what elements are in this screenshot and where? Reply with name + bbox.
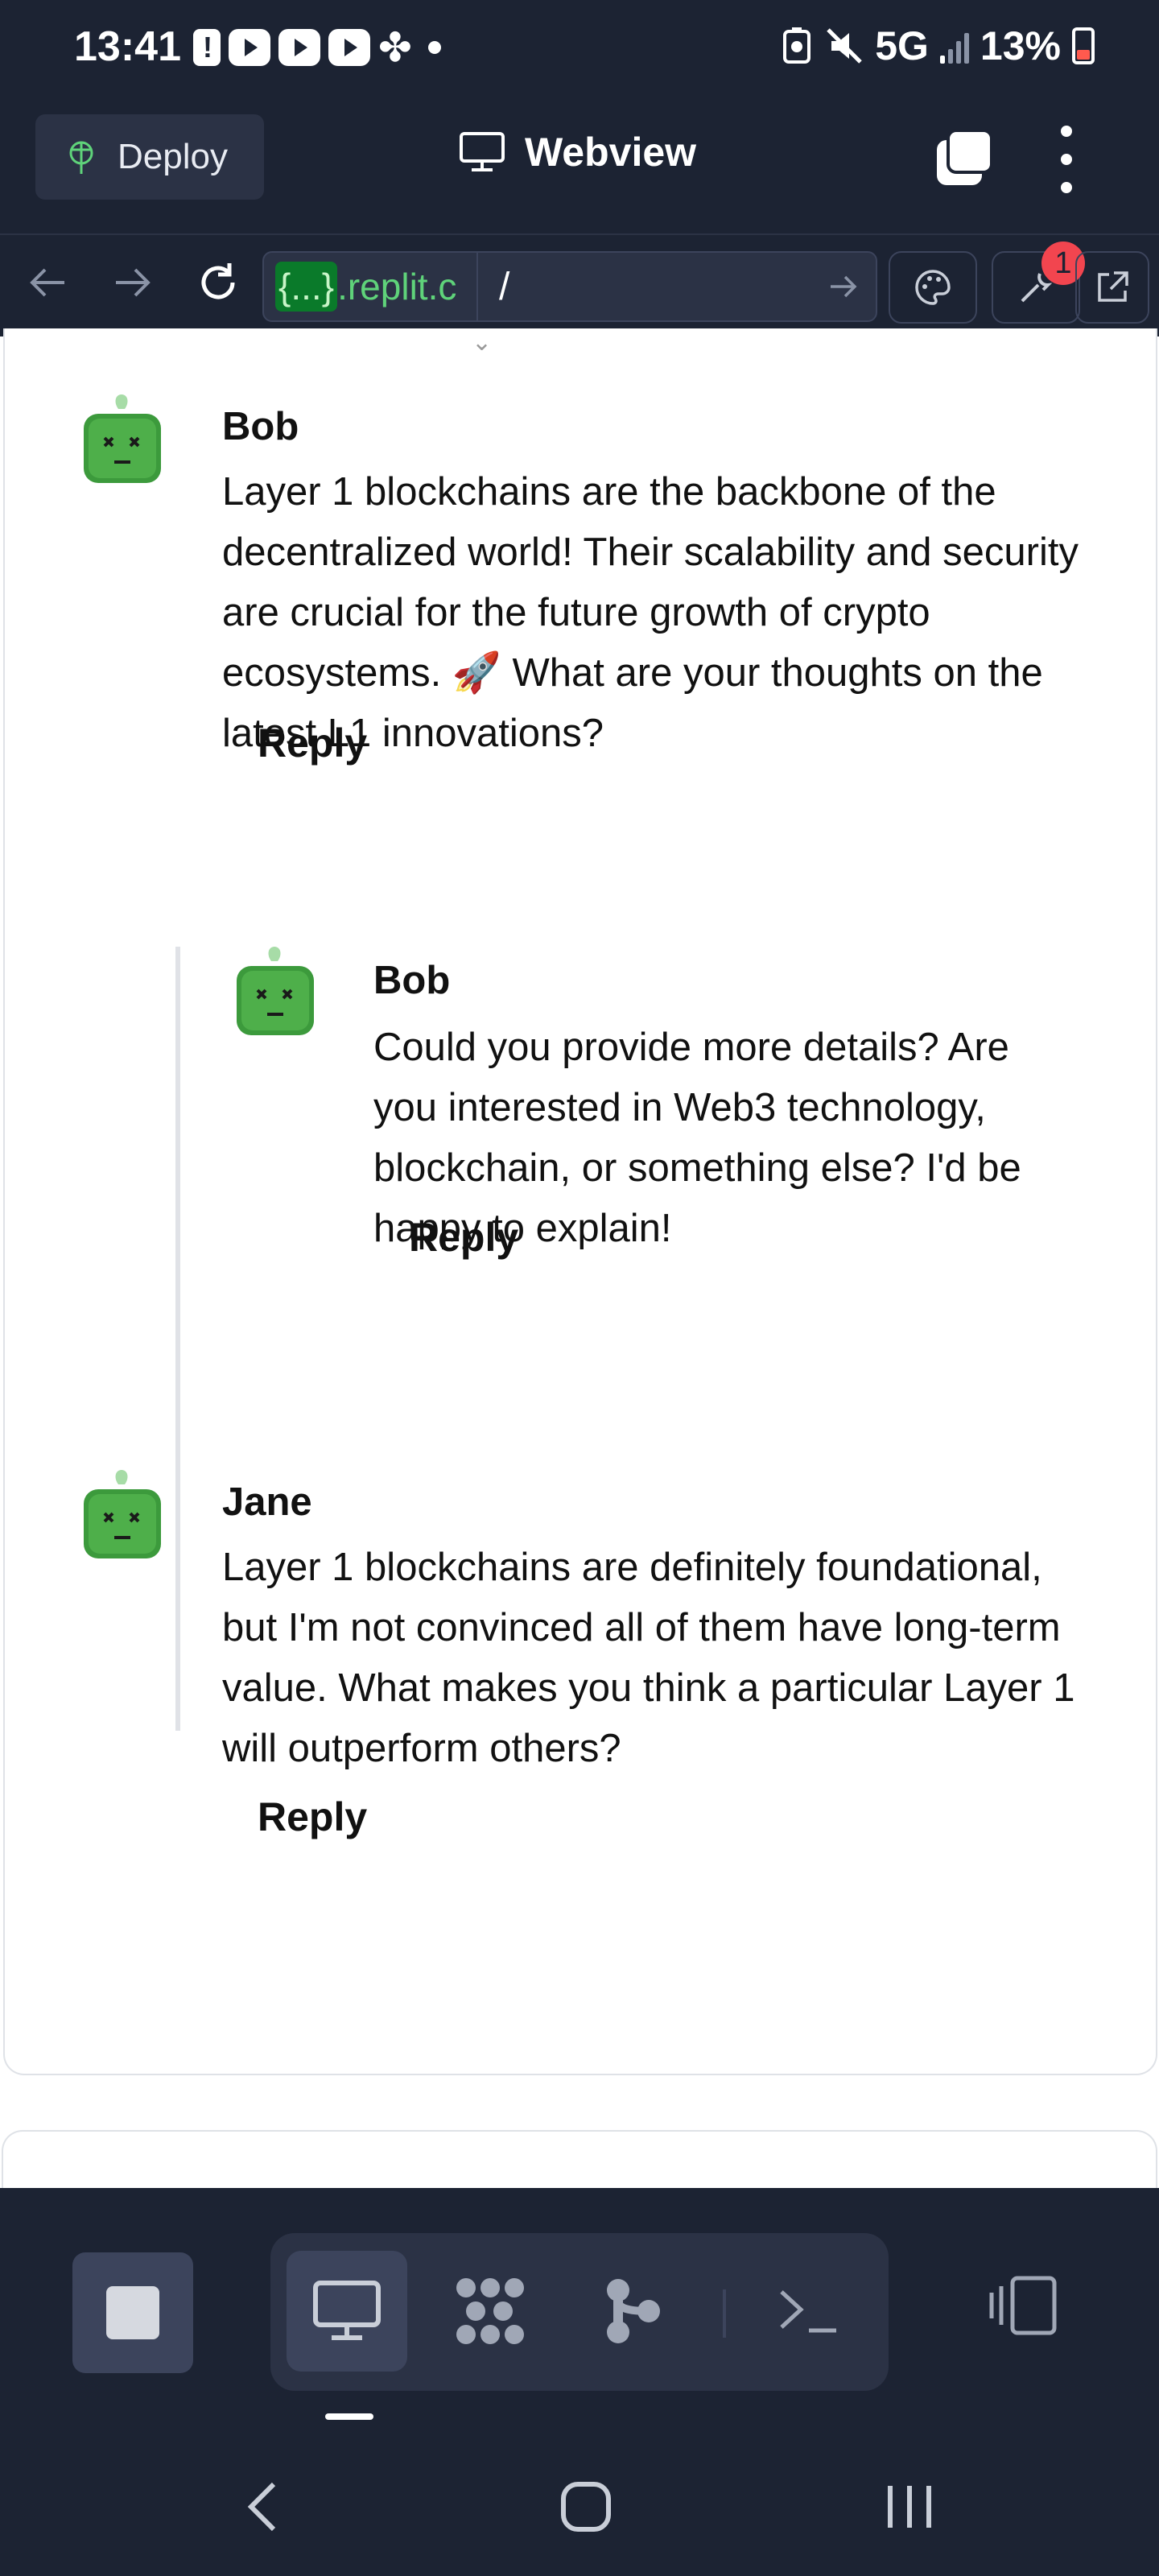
tool-separator — [723, 2289, 726, 2338]
comment-author: Bob — [373, 959, 451, 1002]
android-navigation-bar — [0, 2421, 1159, 2576]
forward-arrow-icon[interactable] — [105, 254, 161, 311]
battery-saver-icon — [783, 27, 811, 64]
home-icon[interactable] — [546, 2467, 626, 2547]
battery-icon — [1072, 27, 1095, 64]
comment-body: Layer 1 blockchains are the backbone of … — [222, 470, 1079, 755]
more-notifications-dot-icon — [427, 41, 441, 54]
replit-top-bar: Deploy Webview — [0, 97, 1159, 233]
back-arrow-icon[interactable] — [19, 254, 76, 311]
panels-icon[interactable] — [988, 2275, 1058, 2336]
chevron-icon: ⌄ — [472, 329, 493, 356]
go-arrow-icon[interactable] — [811, 272, 876, 301]
devtools-button[interactable]: 1 — [992, 242, 1085, 324]
alert-icon — [193, 29, 221, 66]
reply-thread-line — [175, 947, 180, 1731]
external-link-icon — [1098, 271, 1128, 302]
terminal-icon — [780, 2290, 836, 2333]
battery-percent: 13% — [980, 23, 1061, 68]
url-host-brace: {...} — [275, 262, 338, 312]
webview-content: ⌄ Bob Layer 1 blockchains are the backbo… — [0, 328, 1159, 2211]
tool-switcher — [270, 2233, 889, 2391]
webview-tab-title: Webview — [459, 129, 696, 175]
replit-apps-icon — [456, 2278, 524, 2344]
status-bar: 13:41 ✤ 5G 13% — [0, 0, 1159, 97]
palette-button[interactable] — [889, 251, 977, 324]
git-branch-icon — [607, 2279, 660, 2343]
comment-body: Layer 1 blockchains are definitely found… — [222, 1546, 1075, 1770]
url-path[interactable]: / — [478, 265, 811, 309]
comments-card: ⌄ Bob Layer 1 blockchains are the backbo… — [3, 328, 1157, 2075]
webview-url-bar: {...} .replit.c / 1 — [0, 233, 1159, 336]
avatar — [84, 1470, 161, 1558]
reply-button[interactable]: Reply — [409, 1214, 518, 1261]
git-tool-button[interactable] — [573, 2251, 694, 2372]
replit-bottom-toolbar — [0, 2188, 1159, 2421]
stop-icon — [106, 2286, 159, 2339]
workspace-tool-button[interactable] — [430, 2251, 551, 2372]
webview-title-label: Webview — [525, 130, 697, 175]
avatar — [237, 947, 314, 1035]
url-input[interactable]: {...} .replit.c / — [262, 251, 877, 322]
reload-icon[interactable] — [190, 254, 246, 311]
tabs-icon[interactable] — [934, 129, 993, 188]
recent-apps-icon[interactable] — [869, 2467, 950, 2547]
network-type: 5G — [875, 23, 929, 68]
status-system-icons: 5G 13% — [782, 23, 1095, 69]
youtube-icon — [328, 29, 370, 66]
deploy-icon — [69, 141, 93, 174]
url-host-domain: .replit.c — [337, 266, 457, 308]
monitor-icon — [460, 132, 505, 171]
back-icon[interactable] — [222, 2467, 303, 2547]
avatar — [84, 394, 161, 483]
pinwheel-icon: ✤ — [378, 25, 412, 70]
webview-tool-button[interactable] — [287, 2251, 407, 2372]
reply-button[interactable]: Reply — [258, 1794, 367, 1840]
youtube-icon — [278, 29, 320, 66]
comment-author: Jane — [222, 1480, 312, 1524]
active-tab-indicator — [325, 2413, 373, 2420]
reply-button[interactable]: Reply — [258, 720, 367, 766]
open-external-button[interactable] — [1075, 251, 1149, 324]
monitor-icon — [313, 2281, 381, 2340]
stop-button[interactable] — [72, 2252, 193, 2373]
mute-icon — [827, 28, 862, 64]
status-time: 13:41 — [74, 23, 181, 70]
palette-icon — [915, 270, 951, 305]
comment-author: Bob — [222, 405, 299, 448]
url-host: {...} .replit.c — [264, 253, 478, 320]
signal-icon — [939, 28, 969, 64]
youtube-icon — [229, 29, 270, 66]
status-notification-icons: ✤ — [193, 25, 441, 70]
deploy-label: Deploy — [118, 137, 228, 176]
shell-tool-button[interactable] — [749, 2251, 869, 2372]
deploy-button[interactable]: Deploy — [35, 114, 264, 200]
more-options-icon[interactable] — [1054, 126, 1079, 193]
